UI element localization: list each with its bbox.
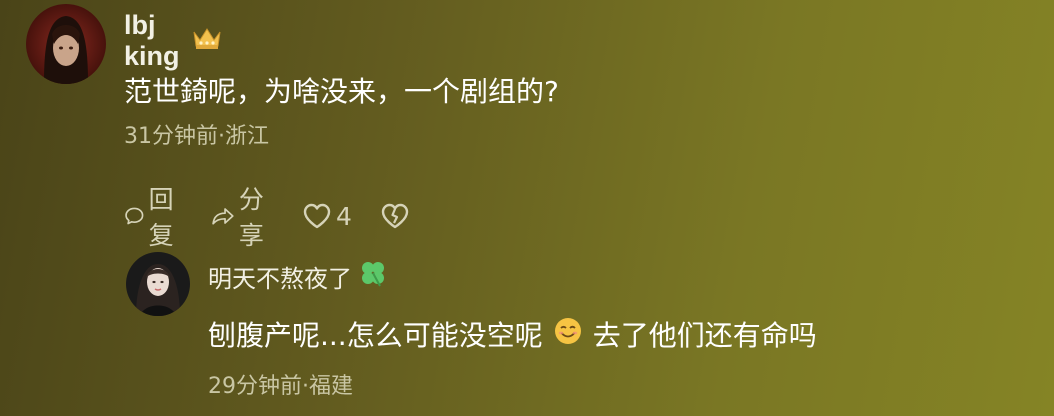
like-button[interactable]: 4 — [302, 202, 352, 231]
comment-bubble-icon — [125, 207, 144, 225]
broken-heart-icon — [381, 203, 409, 229]
username-text: lbj king — [124, 10, 180, 71]
reply-text-before: 刨腹产呢...怎么可能没空呢 — [208, 319, 543, 352]
share-button[interactable]: 分享 — [211, 180, 274, 252]
share-label: 分享 — [238, 185, 264, 250]
reply-username-text: 明天不熬夜了 — [208, 264, 352, 293]
dislike-button[interactable] — [380, 202, 414, 230]
comment-meta: 31分钟前·浙江 — [124, 124, 269, 149]
reply-username[interactable]: 明天不熬夜了 — [208, 258, 388, 294]
avatar-image — [126, 252, 190, 316]
reply-button[interactable]: 回复 — [124, 180, 183, 252]
avatar[interactable] — [26, 4, 106, 84]
crown-icon — [192, 26, 222, 57]
reply-text: 刨腹产呢...怎么可能没空呢 去了他们还有命吗 — [208, 314, 817, 354]
username[interactable]: lbj king — [124, 10, 222, 72]
smiling-face-icon — [553, 316, 583, 353]
comment-text: 范世錡呢，为啥没来，一个剧组的? — [124, 75, 559, 108]
reply-avatar[interactable] — [126, 252, 190, 316]
like-count: 4 — [336, 201, 352, 231]
reply-label: 回复 — [148, 185, 174, 250]
heart-icon — [303, 203, 331, 229]
share-arrow-icon — [212, 208, 234, 225]
clover-icon — [358, 258, 388, 294]
reply-text-after: 去了他们还有命吗 — [592, 319, 817, 352]
reply-meta: 29分钟前·福建 — [208, 374, 353, 399]
avatar-image — [26, 4, 106, 84]
comment-actions: 回复 分享 4 — [124, 180, 442, 252]
